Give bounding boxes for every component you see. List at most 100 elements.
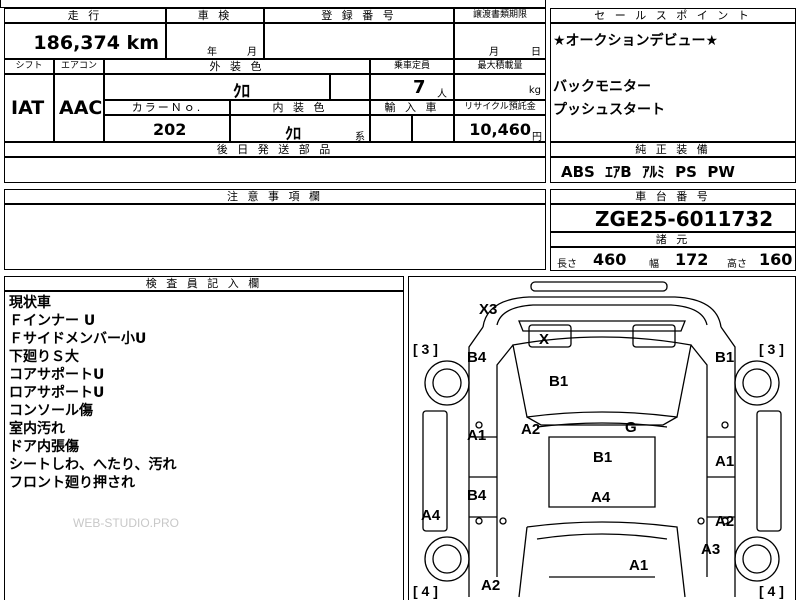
inspector-line: Ｆインナー U xyxy=(9,313,96,329)
exterior-value: ｸﾛ xyxy=(233,82,250,100)
damage-mark: B1 xyxy=(593,449,613,466)
transfer-cell: 月 日 xyxy=(454,23,546,59)
sales-point-cell: ★オークションデビュー★ バックモニター プッシュスタート xyxy=(550,23,796,142)
aircon-label: エアコン xyxy=(54,59,104,74)
aircon-value: AAC xyxy=(59,97,103,119)
length-label: 長さ xyxy=(557,259,577,270)
sales-line-3: バックモニター xyxy=(553,79,651,95)
damage-mark: B1 xyxy=(715,349,735,366)
max-load-cell: kg xyxy=(454,74,546,100)
inspector-line: コンソール傷 xyxy=(9,403,93,419)
shift-cell: IAT xyxy=(4,74,54,142)
damage-mark: X xyxy=(539,331,550,348)
inspector-line: フロント廻り押され xyxy=(9,475,135,491)
recycle-unit: 円 xyxy=(532,132,542,142)
import-cell-1 xyxy=(370,115,412,142)
equipment-label: 純 正 装 備 xyxy=(550,142,796,157)
tire-left-bottom: [ 4 ] xyxy=(413,583,438,599)
aircon-cell: AAC xyxy=(54,74,104,142)
chassis-label: 車 台 番 号 xyxy=(550,189,796,204)
exterior-extra-cell xyxy=(330,74,370,100)
inspection-cell: 年 月 xyxy=(166,23,264,59)
registration-cell xyxy=(264,23,454,59)
damage-mark: B1 xyxy=(549,373,569,390)
watermark: WEB-STUDIO.PRO xyxy=(73,516,180,530)
top-fragment-row xyxy=(0,0,546,8)
specs-label: 諸 元 xyxy=(550,232,796,247)
import-label: 輸 入 車 xyxy=(370,100,454,115)
damage-mark: A2 xyxy=(521,421,541,438)
inspector-line: 室内汚れ xyxy=(9,421,65,437)
transfer-day: 日 xyxy=(531,47,541,58)
capacity-label: 乗車定員 xyxy=(370,59,454,74)
mileage-label: 走 行 xyxy=(4,8,166,23)
sales-line-1: ★オークションデビュー★ xyxy=(553,33,719,49)
mileage-value: 186,374 km xyxy=(33,32,159,54)
registration-label: 登 録 番 号 xyxy=(264,8,454,23)
recycle-cell: 10,460 円 xyxy=(454,115,546,142)
later-parts-label: 後 日 発 送 部 品 xyxy=(4,142,546,157)
sales-point-label: セ ー ル ス ポ イ ン ト xyxy=(550,8,796,23)
equipment-value: ABS ｴｱB ｱﾙﾐ PS PW xyxy=(561,163,735,181)
capacity-value: 7 xyxy=(413,77,426,98)
inspector-line: 現状車 xyxy=(9,295,51,311)
tire-right-bottom: [ 4 ] xyxy=(759,583,784,599)
car-diagram: [ 3 ] [ 3 ] [ 4 ] [ 4 ] X3 X B4 B1 B1 A1… xyxy=(408,276,796,600)
inspection-month: 月 xyxy=(247,47,257,58)
damage-mark: A2 xyxy=(481,577,501,594)
inspector-label: 検 査 員 記 入 欄 xyxy=(4,276,404,291)
max-load-label: 最大積載量 xyxy=(454,59,546,74)
width-label: 幅 xyxy=(649,259,659,270)
interior-label: 内 装 色 xyxy=(230,100,370,115)
inspector-cell: 現状車 Ｆインナー U Ｆサイドメンバー小U 下廻りＳ大 コアサポートU ロアサ… xyxy=(4,291,404,600)
recycle-value: 10,460 xyxy=(469,120,531,139)
transfer-month: 月 xyxy=(489,47,499,58)
damage-mark: A1 xyxy=(629,557,649,574)
import-cell-2 xyxy=(412,115,454,142)
color-no-cell: 202 xyxy=(104,115,230,142)
equipment-cell: ABS ｴｱB ｱﾙﾐ PS PW xyxy=(550,157,796,183)
inspector-line: シートしわ、へたり、汚れ xyxy=(9,457,177,473)
capacity-cell: 7 人 xyxy=(370,74,454,100)
transfer-label: 譲渡書類期限 xyxy=(454,8,546,23)
damage-mark: B4 xyxy=(467,349,487,366)
inspector-line: Ｆサイドメンバー小U xyxy=(9,331,147,347)
interior-value: ｸﾛ xyxy=(285,124,302,142)
caution-label: 注 意 事 項 欄 xyxy=(4,189,546,204)
chassis-value: ZGE25-6011732 xyxy=(595,207,774,231)
inspector-line: ドア内張傷 xyxy=(9,439,79,455)
damage-mark: B4 xyxy=(467,487,487,504)
specs-cell: 長さ 460 幅 172 高さ 160 xyxy=(550,247,796,271)
damage-mark: G xyxy=(625,419,637,436)
capacity-unit: 人 xyxy=(437,89,447,100)
shift-value: IAT xyxy=(11,97,45,119)
exterior-label: 外 装 色 xyxy=(104,59,370,74)
damage-mark: A4 xyxy=(421,507,441,524)
interior-cell: ｸﾛ 系 xyxy=(230,115,370,142)
mileage-cell: 186,374 km xyxy=(4,23,166,59)
exterior-cell: ｸﾛ xyxy=(104,74,330,100)
inspector-line: 下廻りＳ大 xyxy=(9,349,79,365)
sales-line-2 xyxy=(553,53,718,76)
damage-mark: A3 xyxy=(701,541,721,558)
length-value: 460 xyxy=(593,250,627,269)
shift-label: シフト xyxy=(4,59,54,74)
inspection-label: 車 検 xyxy=(166,8,264,23)
height-label: 高さ xyxy=(727,259,747,270)
damage-mark: A4 xyxy=(591,489,611,506)
color-no-value: 202 xyxy=(153,120,187,139)
height-value: 160 xyxy=(759,250,793,269)
inspector-line: コアサポートU xyxy=(9,367,105,383)
damage-mark: A1 xyxy=(715,453,735,470)
tire-right-top: [ 3 ] xyxy=(759,341,784,357)
damage-mark: X3 xyxy=(479,301,498,318)
damage-mark: A2 xyxy=(715,513,735,530)
damage-mark: A1 xyxy=(467,427,487,444)
caution-cell xyxy=(4,204,546,270)
width-value: 172 xyxy=(675,250,709,269)
max-load-unit: kg xyxy=(528,85,541,96)
later-parts-cell xyxy=(4,157,546,183)
inspector-line: ロアサポートU xyxy=(9,385,105,401)
recycle-label: リサイクル預託金 xyxy=(454,100,546,115)
color-no-label: カラーＮｏ. xyxy=(104,100,230,115)
